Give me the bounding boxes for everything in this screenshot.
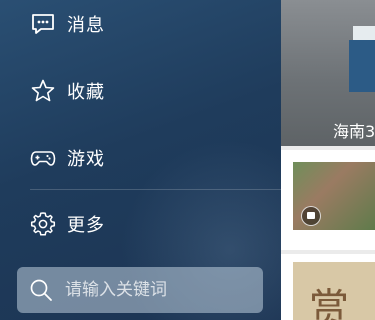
main-content-peek: 海南3 赏 xyxy=(281,0,375,320)
gamepad-icon xyxy=(30,145,56,171)
search-input[interactable] xyxy=(65,267,255,313)
star-icon xyxy=(30,78,56,104)
hero-image-detail xyxy=(349,40,375,92)
hero-caption: 海南3 xyxy=(333,122,375,141)
menu-item-label: 收藏 xyxy=(67,82,105,103)
menu-divider xyxy=(30,189,281,190)
app-screen: 消息 收藏 游戏 更多 请输入关键词 海南3 赏 xyxy=(0,0,375,320)
menu-item-favorites[interactable]: 收藏 xyxy=(0,69,281,113)
thumbnail-text: 赏 xyxy=(309,286,349,320)
card-thumbnail: 赏 xyxy=(293,262,375,320)
search-bar[interactable] xyxy=(17,267,263,313)
menu-item-label: 消息 xyxy=(67,15,105,36)
menu-item-label: 更多 xyxy=(67,215,105,236)
search-icon xyxy=(29,278,53,302)
news-card[interactable]: 赏 xyxy=(281,254,375,320)
video-icon xyxy=(301,206,321,226)
menu-item-label: 游戏 xyxy=(67,149,105,170)
hero-article[interactable]: 海南3 xyxy=(281,0,375,146)
side-drawer: 消息 收藏 游戏 更多 请输入关键词 xyxy=(0,0,281,320)
message-icon xyxy=(30,11,56,37)
menu-item-messages[interactable]: 消息 xyxy=(0,2,281,46)
menu-item-more[interactable]: 更多 xyxy=(0,202,281,246)
news-card[interactable] xyxy=(281,150,375,250)
gear-icon xyxy=(30,211,56,237)
menu-item-games[interactable]: 游戏 xyxy=(0,136,281,180)
